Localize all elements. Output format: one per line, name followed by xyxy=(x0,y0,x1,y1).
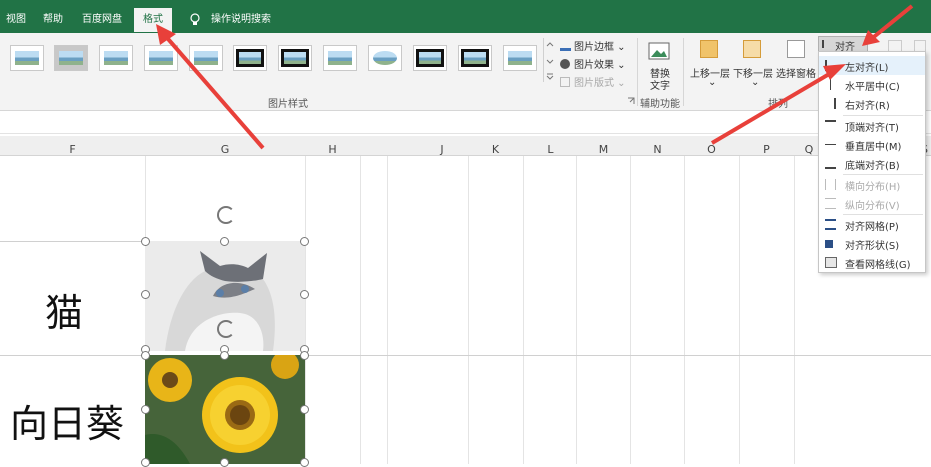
menu-item-align-top[interactable]: 顶端对齐(T) xyxy=(819,116,925,135)
menu-item-align-center[interactable]: 水平居中(C) xyxy=(819,75,925,94)
picture-style-thumb[interactable] xyxy=(54,45,88,71)
picture-style-thumb[interactable] xyxy=(233,45,267,71)
column-header-h[interactable]: H xyxy=(305,136,360,156)
picture-effects-button[interactable]: 图片效果 ⌄ xyxy=(560,56,626,71)
group-label-accessibility: 辅助功能 xyxy=(640,99,680,110)
formula-bar-area xyxy=(0,112,931,134)
align-right-icon xyxy=(825,98,836,109)
picture-style-thumb[interactable] xyxy=(323,45,357,71)
menu-item-align-right[interactable]: 右对齐(R) xyxy=(819,94,925,113)
align-middle-icon xyxy=(825,144,836,145)
rotate-handle-icon[interactable] xyxy=(217,320,235,338)
menu-item-distribute-horizontal[interactable]: 横向分布(H) xyxy=(819,175,925,194)
lightbulb-icon xyxy=(190,13,200,25)
resize-handle[interactable] xyxy=(141,405,150,414)
effects-icon xyxy=(560,59,570,69)
align-bottom-icon xyxy=(825,158,836,169)
picture-style-thumb[interactable] xyxy=(278,45,312,71)
picture-style-thumb[interactable] xyxy=(144,45,178,71)
resize-handle[interactable] xyxy=(141,237,150,246)
picture-style-thumb[interactable] xyxy=(99,45,133,71)
group-label-arrange: 排列 xyxy=(768,99,788,110)
gallery-scroll[interactable] xyxy=(543,38,555,82)
column-header-o[interactable]: O xyxy=(684,136,739,156)
align-center-icon xyxy=(830,79,831,90)
picture-style-thumb[interactable] xyxy=(10,45,44,71)
cell-cat-label[interactable]: 猫 xyxy=(45,282,83,337)
resize-handle[interactable] xyxy=(300,290,309,299)
snap-shape-icon xyxy=(825,240,833,248)
column-headers: F G H J K L M N O P Q S xyxy=(0,136,931,156)
menu-item-snap-to-shape[interactable]: 对齐形状(S) xyxy=(819,234,925,253)
align-top-icon xyxy=(825,120,836,131)
menu-item-distribute-vertical[interactable]: 纵向分布(V) xyxy=(819,194,925,213)
cell-sunflower-label[interactable]: 向日葵 xyxy=(10,393,124,448)
tab-view[interactable]: 视图 xyxy=(6,0,26,33)
resize-handle[interactable] xyxy=(300,237,309,246)
resize-handle[interactable] xyxy=(220,237,229,246)
tell-me-search[interactable]: 操作说明搜索 xyxy=(211,0,271,33)
distribute-horizontal-icon xyxy=(825,179,836,190)
menu-item-align-middle[interactable]: 垂直居中(M) xyxy=(819,135,925,154)
distribute-vertical-icon xyxy=(825,198,836,209)
selection-pane-icon xyxy=(787,40,805,58)
picture-style-thumb[interactable] xyxy=(413,45,447,71)
picture-style-thumb[interactable] xyxy=(503,45,537,71)
column-header-g[interactable]: G xyxy=(145,136,305,156)
resize-handle[interactable] xyxy=(220,458,229,467)
menu-item-align-bottom[interactable]: 底端对齐(B) xyxy=(819,154,925,173)
align-button[interactable]: 对齐 xyxy=(818,36,868,53)
resize-handle[interactable] xyxy=(141,290,150,299)
picture-style-thumb[interactable] xyxy=(189,45,223,71)
group-label-picture-styles: 图片样式 xyxy=(268,99,308,110)
column-header-m[interactable]: M xyxy=(576,136,631,156)
dialog-launcher-icon[interactable] xyxy=(627,97,635,105)
picture-border-button[interactable]: 图片边框 ⌄ xyxy=(560,38,626,53)
resize-handle[interactable] xyxy=(141,458,150,467)
alt-text-icon xyxy=(648,42,670,60)
view-gridlines-icon xyxy=(825,257,837,268)
sunflower-picture[interactable] xyxy=(145,355,305,464)
column-header-n[interactable]: N xyxy=(630,136,685,156)
resize-handle[interactable] xyxy=(300,351,309,360)
resize-handle[interactable] xyxy=(220,351,229,360)
column-header-f[interactable]: F xyxy=(0,136,145,156)
menu-item-view-gridlines[interactable]: 查看网格线(G) xyxy=(819,253,925,272)
pen-icon xyxy=(560,41,571,51)
picture-style-thumb[interactable] xyxy=(368,45,402,71)
menu-item-align-left[interactable]: 左对齐(L) xyxy=(819,56,925,75)
bring-forward-icon xyxy=(700,40,718,58)
tab-help[interactable]: 帮助 xyxy=(43,0,63,33)
column-header-p[interactable]: P xyxy=(739,136,794,156)
tab-format[interactable]: 格式 xyxy=(134,8,172,34)
resize-handle[interactable] xyxy=(300,458,309,467)
resize-handle[interactable] xyxy=(141,351,150,360)
align-dropdown-menu: 左对齐(L) 水平居中(C) 右对齐(R) 顶端对齐(T) 垂直居中(M) 底端… xyxy=(818,51,926,273)
column-header-k[interactable]: K xyxy=(468,136,523,156)
tab-baidu-netdisk[interactable]: 百度网盘 xyxy=(82,0,122,33)
send-backward-icon xyxy=(743,40,761,58)
picture-style-thumb[interactable] xyxy=(458,45,492,71)
column-header-l[interactable]: L xyxy=(523,136,578,156)
snap-grid-icon xyxy=(825,219,836,230)
align-icon xyxy=(822,40,830,48)
resize-handle[interactable] xyxy=(300,405,309,414)
menu-item-snap-to-grid[interactable]: 对齐网格(P) xyxy=(819,215,925,234)
layout-icon xyxy=(560,77,570,87)
ribbon-tab-bar: 视图 帮助 百度网盘 格式 操作说明搜索 xyxy=(0,0,931,34)
align-left-icon xyxy=(825,60,836,71)
picture-layout-button[interactable]: 图片版式 ⌄ xyxy=(560,74,626,89)
rotate-handle-icon[interactable] xyxy=(217,206,235,224)
